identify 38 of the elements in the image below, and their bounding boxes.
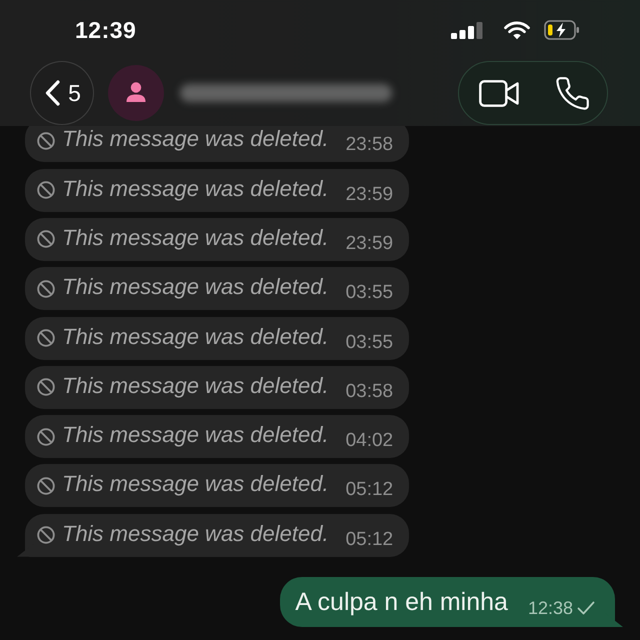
avatar-icon[interactable] [108, 65, 164, 121]
message-text: This message was deleted. [62, 422, 329, 450]
message-time: 05:12 [346, 528, 394, 551]
message-time: 05:12 [346, 479, 394, 502]
message-time: 03:58 [346, 380, 394, 403]
message-text: This message was deleted. [62, 126, 329, 154]
message-time: 03:55 [346, 282, 394, 304]
message-text: This message was deleted. [62, 520, 329, 548]
wifi-icon [504, 20, 530, 40]
ban-icon [37, 181, 55, 200]
message-text: This message was deleted. [62, 224, 329, 252]
message-text: A culpa n eh minha [295, 588, 508, 616]
ban-icon [37, 378, 55, 396]
message-text: This message was deleted. [62, 324, 329, 351]
message-time: 23:59 [346, 184, 394, 206]
status-time: 12:39 [75, 17, 136, 43]
message-time: 12:38 [528, 598, 573, 618]
message-time: 04:02 [346, 430, 394, 452]
message-time: 23:58 [346, 134, 394, 156]
battery-charging-icon [544, 20, 580, 40]
ban-icon [37, 280, 55, 298]
message-text: This message was deleted. [62, 274, 329, 302]
phone-icon[interactable] [556, 76, 589, 110]
back-button[interactable]: 5 [30, 61, 94, 125]
ban-icon [37, 230, 55, 248]
video-camera-icon[interactable] [479, 80, 519, 106]
signal-icon [451, 22, 483, 38]
message-time: 03:55 [346, 332, 394, 354]
message-text: This message was deleted. [62, 176, 329, 203]
ban-icon [37, 476, 55, 495]
message-time: 23:59 [346, 232, 394, 255]
ban-icon [37, 428, 55, 446]
ban-icon [37, 329, 55, 348]
message-text: This message was deleted. [62, 372, 329, 400]
chevron-left-icon [45, 80, 60, 106]
ban-icon [37, 132, 55, 150]
ban-icon [37, 526, 55, 544]
message-text: This message was deleted. [62, 471, 329, 498]
